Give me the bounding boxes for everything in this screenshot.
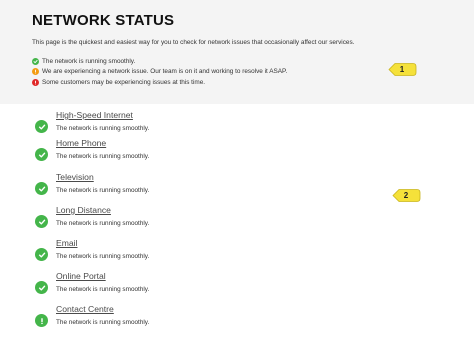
check-circle-icon [32, 57, 39, 65]
service-item-television: Television The network is running smooth… [0, 172, 474, 202]
legend-label-ok: The network is running smoothly. [42, 57, 136, 65]
check-circle-icon [35, 182, 48, 195]
warning-circle-icon [32, 68, 39, 76]
service-item-high-speed-internet: High-Speed Internet The network is runni… [0, 110, 474, 140]
service-link-home-phone[interactable]: Home Phone [56, 138, 106, 148]
service-status-text: The network is running smoothly. [56, 319, 150, 326]
service-link-contact-centre[interactable]: Contact Centre [56, 304, 114, 314]
legend-label-outage: Some customers may be experiencing issue… [42, 78, 206, 86]
service-item-home-phone: Home Phone The network is running smooth… [0, 138, 474, 168]
check-circle-icon [35, 120, 48, 133]
service-link-long-distance[interactable]: Long Distance [56, 205, 111, 215]
network-status-page: NETWORK STATUS This page is the quickest… [0, 0, 474, 337]
header-panel: NETWORK STATUS This page is the quickest… [0, 0, 474, 104]
legend-label-issue: We are experiencing a network issue. Our… [42, 68, 288, 76]
alert-circle-icon [32, 78, 39, 86]
check-circle-icon [35, 248, 48, 261]
check-circle-icon [35, 215, 48, 228]
service-status-text: The network is running smoothly. [56, 153, 150, 160]
service-status-text: The network is running smoothly. [56, 125, 150, 132]
service-item-long-distance: Long Distance The network is running smo… [0, 205, 474, 235]
legend-item-issue: We are experiencing a network issue. Our… [32, 67, 287, 78]
callout-marker-1: 1 [387, 61, 417, 78]
check-circle-icon [35, 281, 48, 294]
service-link-television[interactable]: Television [56, 172, 94, 182]
service-item-online-portal: Online Portal The network is running smo… [0, 271, 474, 301]
service-link-high-speed-internet[interactable]: High-Speed Internet [56, 110, 133, 120]
intro-text: This page is the quickest and easiest wa… [32, 39, 355, 46]
service-item-contact-centre: Contact Centre The network is running sm… [0, 304, 474, 334]
exclamation-circle-icon [35, 314, 48, 327]
service-status-text: The network is running smoothly. [56, 220, 150, 227]
page-title: NETWORK STATUS [32, 12, 175, 29]
service-link-online-portal[interactable]: Online Portal [56, 271, 106, 281]
service-status-text: The network is running smoothly. [56, 187, 150, 194]
check-circle-icon [35, 148, 48, 161]
legend-item-ok: The network is running smoothly. [32, 56, 287, 67]
service-status-text: The network is running smoothly. [56, 253, 150, 260]
service-status-text: The network is running smoothly. [56, 286, 150, 293]
service-link-email[interactable]: Email [56, 238, 78, 248]
service-item-email: Email The network is running smoothly. [0, 238, 474, 268]
legend-item-outage: Some customers may be experiencing issue… [32, 77, 287, 88]
callout-number-1: 1 [399, 65, 405, 74]
status-legend: The network is running smoothly. We are … [32, 56, 287, 88]
